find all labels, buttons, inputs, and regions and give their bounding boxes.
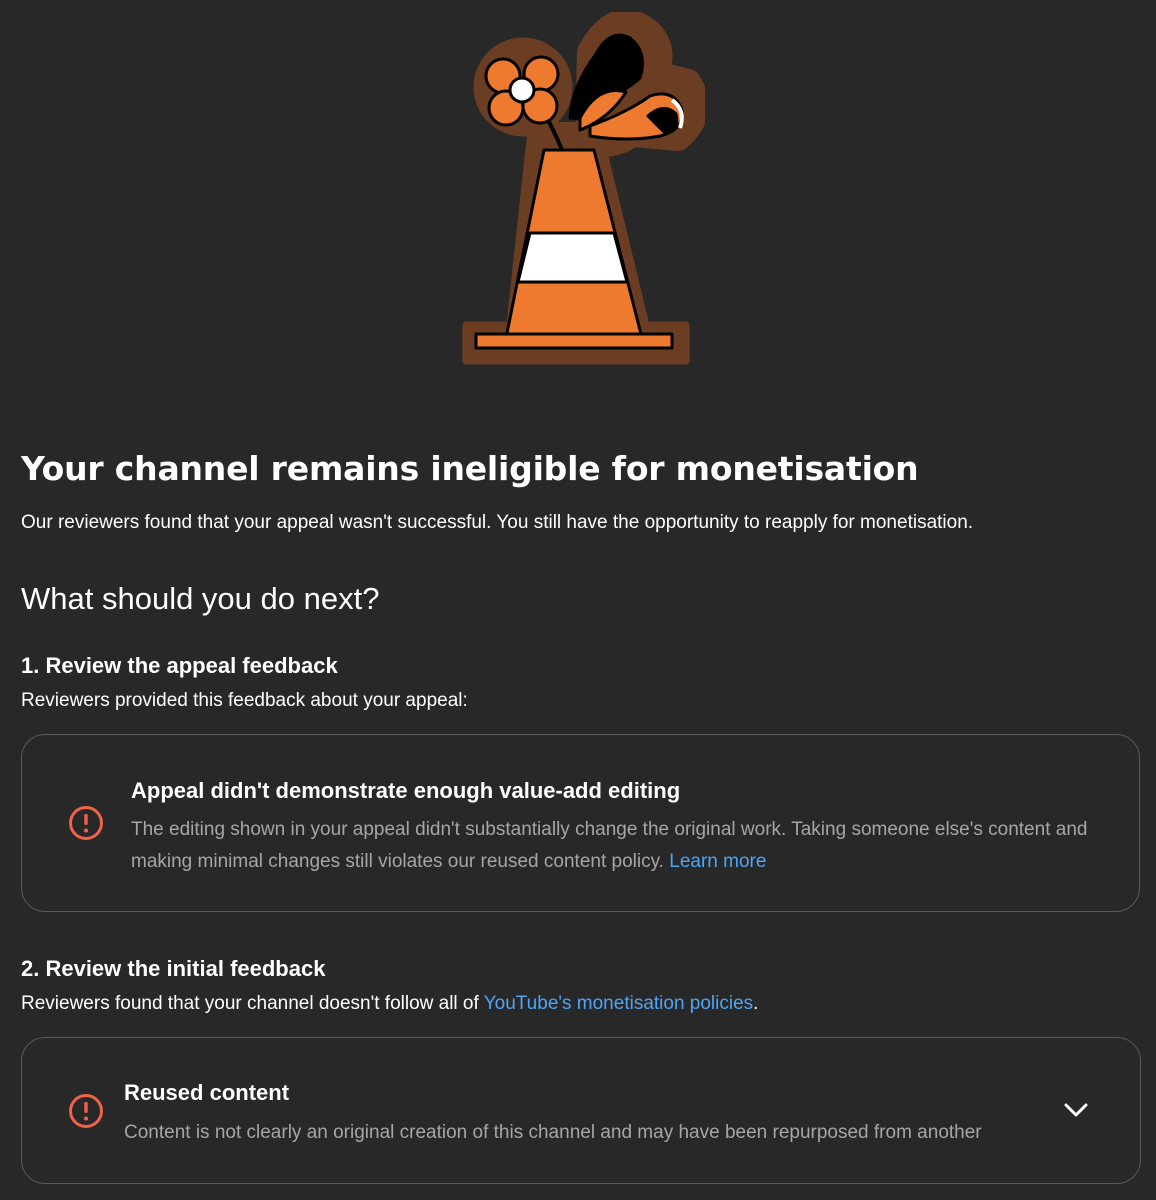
appeal-feedback-body: The editing shown in your appeal didn't … [131, 814, 1091, 878]
appeal-feedback-text: The editing shown in your appeal didn't … [131, 819, 1088, 872]
page-title: Your channel remains ineligible for mone… [21, 449, 919, 488]
traffic-cone-with-flowers-illustration [462, 12, 705, 365]
reused-content-card[interactable]: Reused content Content is not clearly an… [21, 1037, 1141, 1184]
intro-text: Our reviewers found that your appeal was… [21, 512, 974, 533]
chevron-down-icon[interactable] [1062, 1096, 1090, 1124]
learn-more-link[interactable]: Learn more [669, 851, 766, 872]
alert-circle-icon [69, 806, 103, 840]
reused-content-body: Content is not clearly an original creat… [124, 1122, 982, 1143]
monetisation-policies-link[interactable]: YouTube's monetisation policies [484, 993, 753, 1014]
step-2-description-text: Reviewers found that your channel doesn'… [21, 993, 479, 1014]
appeal-feedback-title: Appeal didn't demonstrate enough value-a… [131, 778, 681, 803]
next-steps-heading: What should you do next? [21, 581, 380, 616]
step-2-description-suffix: . [753, 993, 759, 1014]
step-1-description: Reviewers provided this feedback about y… [21, 690, 468, 711]
alert-circle-icon [69, 1094, 103, 1128]
step-2-title: 2. Review the initial feedback [21, 956, 326, 981]
appeal-feedback-card: Appeal didn't demonstrate enough value-a… [21, 734, 1140, 912]
step-1-title: 1. Review the appeal feedback [21, 653, 338, 678]
step-2-description: Reviewers found that your channel doesn'… [21, 991, 758, 1017]
reused-content-title: Reused content [124, 1080, 290, 1105]
